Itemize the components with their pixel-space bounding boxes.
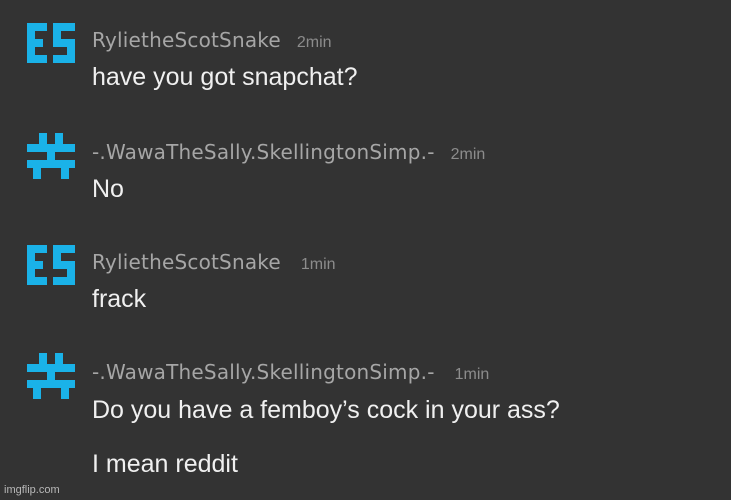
username[interactable]: RylietheScotSnake 2min — [92, 28, 332, 52]
timestamp: 2min — [296, 34, 332, 51]
timestamp: 1min — [300, 256, 336, 273]
message-text: frack — [92, 285, 147, 313]
message-text: I mean reddit — [92, 450, 238, 478]
username-label: -.WawaTheSally.SkellingtonSimp.- — [92, 360, 435, 384]
message-text: have you got snapchat? — [92, 63, 358, 91]
rylie-avatar-icon[interactable] — [27, 242, 75, 290]
username-label: RylietheScotSnake — [92, 28, 281, 52]
username[interactable]: -.WawaTheSally.SkellingtonSimp.- 1min — [92, 360, 489, 384]
username[interactable]: -.WawaTheSally.SkellingtonSimp.- 2min — [92, 140, 485, 164]
message-text: No — [92, 175, 124, 203]
timestamp: 2min — [450, 146, 486, 163]
username[interactable]: RylietheScotSnake 1min — [92, 250, 336, 274]
username-label: -.WawaTheSally.SkellingtonSimp.- — [92, 140, 435, 164]
timestamp: 1min — [454, 366, 490, 383]
username-label: RylietheScotSnake — [92, 250, 281, 274]
rylie-avatar-icon[interactable] — [27, 20, 75, 68]
imgflip-watermark: imgflip.com — [4, 484, 60, 496]
message-text: Do you have a femboy’s cock in your ass? — [92, 396, 560, 424]
wawa-avatar-icon[interactable] — [27, 352, 75, 400]
wawa-avatar-icon[interactable] — [27, 132, 75, 180]
